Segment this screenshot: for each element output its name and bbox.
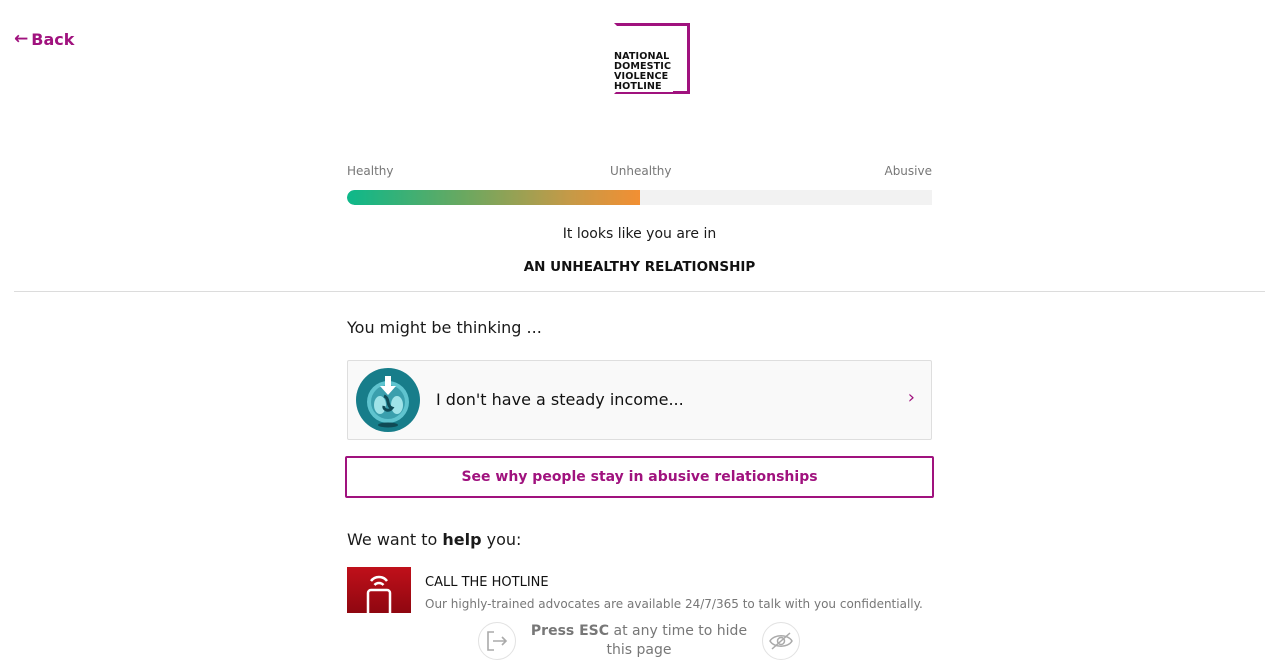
thinking-heading: You might be thinking ... [347, 318, 542, 337]
chevron-right-icon: › [907, 387, 915, 408]
falling-coins-icon [356, 368, 420, 432]
back-label: Back [31, 30, 75, 49]
eye-off-icon [769, 632, 793, 650]
scale-label-unhealthy: Unhealthy [610, 164, 672, 178]
esc-hint: Press ESC at any time to hide this page [524, 622, 754, 660]
esc-hint-bold: Press ESC [530, 623, 610, 639]
scale-label-healthy: Healthy [347, 164, 394, 178]
quick-exit-button[interactable] [478, 622, 516, 660]
call-hotline-card[interactable]: CALL THE HOTLINE Our highly-trained advo… [347, 567, 932, 613]
back-button[interactable]: ← Back [14, 30, 74, 49]
result-title: AN UNHEALTHY RELATIONSHIP [523, 259, 756, 275]
section-divider [14, 291, 1265, 292]
help-heading-bold: help [442, 530, 482, 549]
hotline-thumbnail [347, 567, 411, 613]
page: ← Back NATIONAL DOMESTIC VIOLENCE HOTLIN… [0, 0, 1281, 669]
logo-text: NATIONAL DOMESTIC VIOLENCE HOTLINE [614, 52, 674, 92]
scale-label-abusive: Abusive [884, 164, 932, 178]
logo-line: HOTLINE [614, 81, 662, 92]
esc-hint-rest: at any time to hide this page [606, 623, 748, 658]
help-heading-suffix: you: [481, 530, 522, 549]
thought-card-label: I don't have a steady income... [436, 390, 684, 409]
thought-card-income[interactable]: I don't have a steady income... › [347, 360, 932, 440]
hide-page-button[interactable] [762, 622, 800, 660]
phone-icon [366, 575, 392, 613]
help-heading-prefix: We want to [347, 530, 443, 549]
relationship-meter [347, 190, 932, 205]
hotline-title: CALL THE HOTLINE [425, 575, 549, 590]
hotline-logo[interactable]: NATIONAL DOMESTIC VIOLENCE HOTLINE [613, 22, 693, 96]
help-heading: We want to help you: [347, 530, 521, 549]
exit-icon [487, 631, 508, 651]
relationship-meter-fill [347, 190, 640, 205]
result-intro: It looks like you are in [562, 226, 717, 242]
hotline-description: Our highly-trained advocates are availab… [425, 597, 923, 611]
arrow-left-icon: ← [14, 29, 29, 49]
relationship-scale-labels: Healthy Unhealthy Abusive [347, 164, 932, 180]
why-people-stay-button[interactable]: See why people stay in abusive relations… [345, 456, 934, 498]
